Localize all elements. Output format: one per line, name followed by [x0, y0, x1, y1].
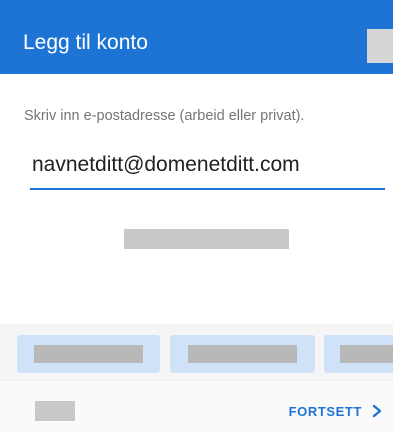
suggestion-chip-row [0, 324, 393, 380]
bottom-action-bar: FORTSETT [0, 380, 393, 432]
redacted-text-placeholder [124, 229, 289, 249]
redacted-bottom-button[interactable] [35, 401, 75, 421]
suggestion-chip[interactable] [170, 335, 315, 373]
page-title: Legg til konto [23, 31, 148, 54]
redacted-chip-label [188, 345, 297, 363]
email-field[interactable] [30, 142, 385, 190]
add-account-form: Skriv inn e-postadresse (arbeid eller pr… [0, 74, 393, 324]
suggestion-chip[interactable] [17, 335, 160, 373]
continue-label: FORTSETT [288, 403, 362, 419]
redacted-chip-label [34, 345, 143, 363]
redacted-chip-label [340, 345, 393, 363]
app-bar-action-placeholder[interactable] [367, 29, 393, 63]
email-instruction-label: Skriv inn e-postadresse (arbeid eller pr… [24, 108, 305, 124]
suggestion-chip[interactable] [324, 335, 393, 373]
chevron-right-icon [372, 404, 382, 418]
continue-button[interactable]: FORTSETT [289, 402, 383, 420]
app-bar: Legg til konto [0, 0, 393, 74]
